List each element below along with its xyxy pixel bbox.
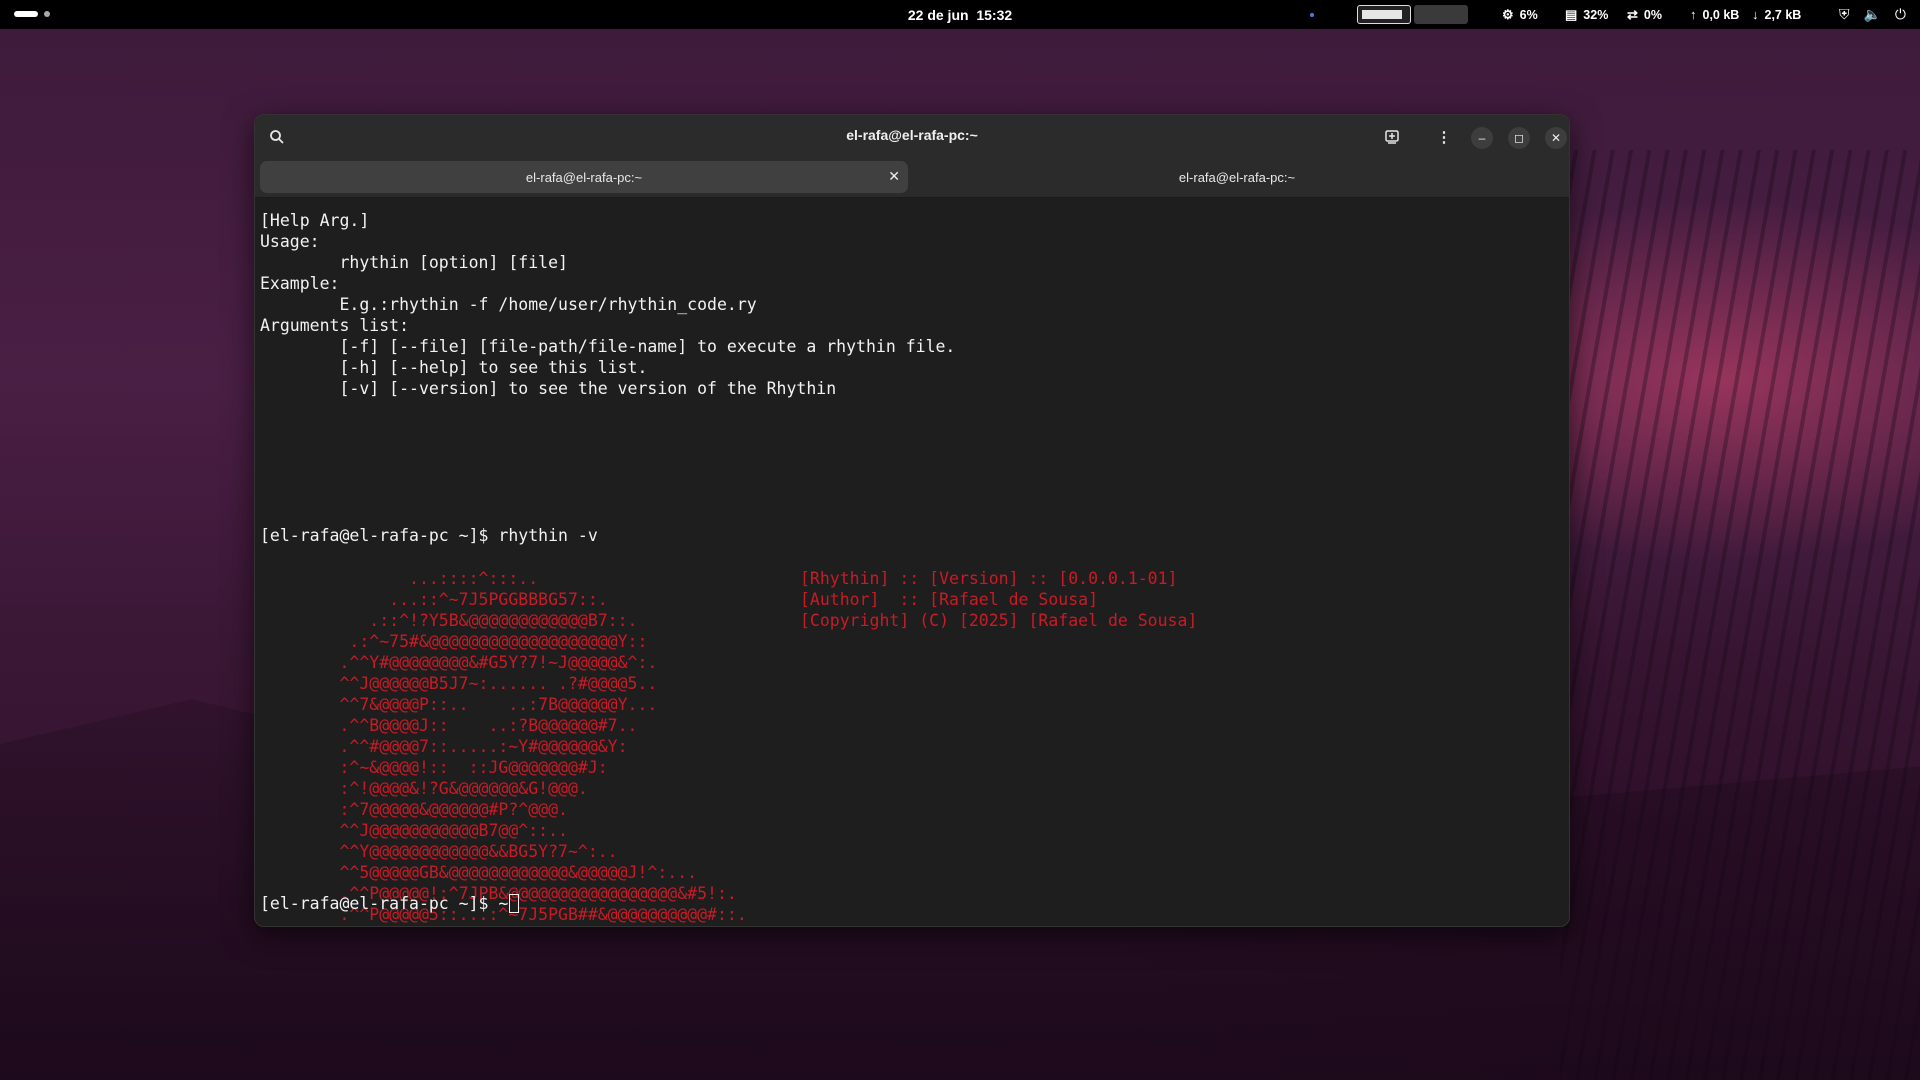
close-icon[interactable]: ✕ — [1545, 127, 1567, 149]
active-workspace-pill[interactable] — [14, 11, 38, 17]
window-header[interactable]: el-rafa@el-rafa-pc:~ ⋮ – ◻ ✕ — [255, 115, 1569, 157]
ascii-art-line: .^^Y#@@@@@@@@&#G5Y?7!~J@@@@@&^:. — [260, 653, 658, 672]
prompt-text: [el-rafa@el-rafa-pc ~]$ ~ — [260, 894, 509, 913]
cpu-graph[interactable] — [1357, 5, 1411, 24]
terminal-content[interactable]: [Help Arg.] Usage: rhythin [option] [file… — [260, 199, 1569, 926]
help-line: Usage: — [260, 232, 320, 251]
memory-graph[interactable] — [1414, 5, 1468, 24]
ascii-art-line: ...::::^:::.. — [260, 569, 539, 588]
date-label[interactable]: 22 de jun — [908, 7, 969, 23]
ascii-art-line: .^^#@@@@7::.....:~Y#@@@@@@&Y: — [260, 737, 628, 756]
tab-active[interactable]: el-rafa@el-rafa-pc:~ ✕ — [260, 161, 908, 193]
help-line: Example: — [260, 274, 340, 293]
prompt-line: [el-rafa@el-rafa-pc ~]$ ~ — [260, 893, 520, 914]
version-info-line: [Rhythin] :: [Version] :: [0.0.0.1-01] — [800, 569, 1178, 588]
swap-icon: ⇄ — [1627, 7, 1638, 22]
ascii-art-line: :^~&@@@@!:: ::JG@@@@@@@#J: — [260, 758, 608, 777]
accent-dot-icon[interactable] — [1310, 13, 1314, 17]
ascii-art-line: :^!@@@@&!?G&@@@@@@&G!@@@. — [260, 779, 588, 798]
ascii-art-line: ^^7&@@@@P::.. ..:7B@@@@@@Y... — [260, 695, 658, 714]
cpu-graph-fill — [1362, 10, 1402, 19]
version-info-line: [Copyright] (C) [2025] [Rafael de Sousa] — [800, 611, 1198, 630]
terminal-window: el-rafa@el-rafa-pc:~ ⋮ – ◻ ✕ el-rafa@el-… — [254, 114, 1570, 927]
tab-label: el-rafa@el-rafa-pc:~ — [1178, 169, 1296, 185]
swap-value: 0% — [1643, 8, 1662, 22]
help-line: [-h] [--help] to see this list. — [260, 358, 648, 377]
upload-arrow-icon: ↑ — [1690, 7, 1697, 22]
new-tab-icon[interactable] — [1380, 125, 1404, 149]
tab-label: el-rafa@el-rafa-pc:~ — [525, 169, 643, 185]
top-bar: 22 de jun 15:32 ⚙ 6% ▤ 32% ⇄ 0% ↑ 0,0 kB… — [0, 0, 1920, 29]
cpu-value: 6% — [1519, 8, 1538, 22]
help-line: [Help Arg.] — [260, 211, 370, 230]
cpu-icon: ⚙ — [1502, 7, 1514, 22]
ascii-art-line: .:^~75#&@@@@@@@@@@@@@@@@@@@Y:: — [260, 632, 648, 651]
power-icon[interactable]: ⏻ — [1895, 6, 1906, 23]
help-line: Arguments list: — [260, 316, 410, 335]
ascii-art-line: .::^!?Y5B&@@@@@@@@@@@@B7::. — [260, 611, 638, 630]
ascii-art-line: ^^5@@@@@GB&@@@@@@@@@@@@&@@@@@J!^:... — [260, 863, 698, 882]
tab-bar: el-rafa@el-rafa-pc:~ ✕ el-rafa@el-rafa-p… — [255, 157, 1569, 198]
ascii-art-line: ^^Y@@@@@@@@@@@@&&BG5Y?7~^:.. — [260, 842, 618, 861]
maximize-icon[interactable]: ◻ — [1508, 127, 1530, 149]
help-line: rhythin [option] [file] — [260, 253, 568, 272]
cpu-indicator[interactable]: ⚙ 6% — [1502, 7, 1538, 23]
text-cursor — [509, 894, 520, 913]
memory-value: 32% — [1583, 8, 1609, 22]
tab-close-icon[interactable]: ✕ — [888, 168, 900, 185]
swap-indicator[interactable]: ⇄ 0% — [1627, 7, 1662, 23]
net-down-indicator[interactable]: ↓ 2,7 kB — [1752, 7, 1801, 22]
command-line: [el-rafa@el-rafa-pc ~]$ rhythin -v — [260, 526, 598, 545]
minimize-icon[interactable]: – — [1471, 127, 1493, 149]
system-menu[interactable]: ⛨ 🔈 ⏻ — [1839, 6, 1906, 23]
ascii-art-line: ^^J@@@@@@B5J7~:...... .?#@@@@5.. — [260, 674, 658, 693]
time-label[interactable]: 15:32 — [976, 7, 1012, 23]
memory-icon: ▤ — [1565, 7, 1578, 22]
network-icon[interactable]: ⛨ — [1839, 6, 1850, 23]
tab-inactive[interactable]: el-rafa@el-rafa-pc:~ — [911, 161, 1563, 193]
ascii-art-line: ...::^~7J5PGGBBBG57::. — [260, 590, 608, 609]
ascii-art-line: ^^J@@@@@@@@@@@B7@@^::.. — [260, 821, 568, 840]
ascii-art-line: ^^7&@@@@PP:^. ::^~!7?JJJJJ?!:: — [260, 925, 717, 926]
workspace-indicator[interactable] — [14, 11, 50, 17]
help-line: [-v] [--version] to see the version of t… — [260, 379, 837, 398]
window-title: el-rafa@el-rafa-pc:~ — [846, 127, 978, 143]
version-info-line: [Author] :: [Rafael de Sousa] — [800, 590, 1099, 609]
workspace-dot[interactable] — [44, 11, 50, 17]
net-up-value: 0,0 kB — [1702, 7, 1740, 22]
download-arrow-icon: ↓ — [1752, 7, 1759, 22]
help-line: [-f] [--file] [file-path/file-name] to e… — [260, 337, 956, 356]
wallpaper-grass — [1560, 150, 1920, 1080]
ascii-art-line: :^7@@@@@&@@@@@@#P?^@@@. — [260, 800, 568, 819]
ascii-art-line: .^^B@@@@J:: ..:?B@@@@@@#7.. — [260, 716, 638, 735]
net-up-indicator[interactable]: ↑ 0,0 kB — [1690, 7, 1739, 22]
menu-icon[interactable]: ⋮ — [1432, 125, 1456, 149]
volume-icon[interactable]: 🔈 — [1863, 6, 1880, 23]
net-down-value: 2,7 kB — [1764, 7, 1802, 22]
help-line: E.g.:rhythin -f /home/user/rhythin_code.… — [260, 295, 757, 314]
memory-indicator[interactable]: ▤ 32% — [1565, 7, 1608, 23]
